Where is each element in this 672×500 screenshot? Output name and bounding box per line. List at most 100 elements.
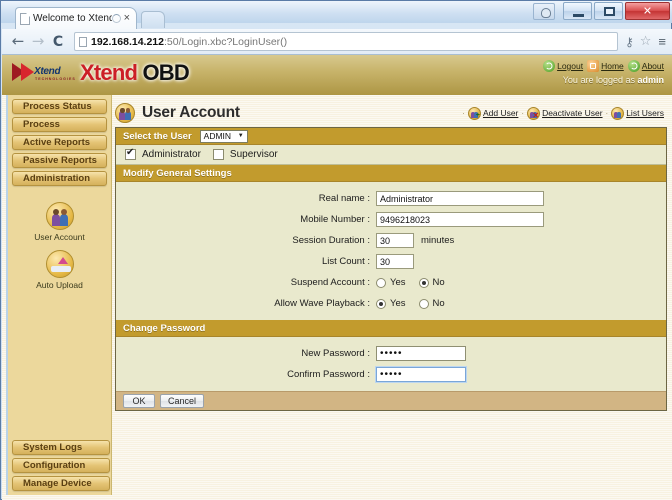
tab-close-icon[interactable]: ×	[124, 13, 132, 24]
loading-spinner-icon	[111, 14, 121, 23]
chevron-down-icon: ▼	[237, 133, 244, 139]
maximize-button[interactable]	[594, 2, 623, 20]
allow-wave-playback-no-radio[interactable]	[418, 298, 429, 309]
page-actions: · + Add User · ✕ Deactivate User · List …	[462, 106, 667, 120]
sidebar-item-user-account[interactable]: User Account	[8, 202, 111, 242]
sidebar-auto-upload-label: Auto Upload	[36, 280, 83, 290]
browser-tab[interactable]: Welcome to Xtend ×	[15, 7, 137, 29]
sidebar-icon-list: User Account Auto Upload	[8, 202, 111, 290]
browser-toolbar: ← → C 192.168.14.212:50/Login.xbc?LoginU…	[2, 29, 672, 55]
checkbox-supervisor[interactable]	[212, 149, 224, 160]
suspend-account-radios: Yes No	[376, 277, 454, 288]
user-account-icon[interactable]	[533, 2, 555, 20]
header-link-about[interactable]: About	[627, 60, 664, 72]
logout-icon	[543, 60, 556, 72]
logged-in-status: You are logged as admin	[543, 75, 664, 85]
bookmark-star-icon[interactable]: ☆	[640, 34, 652, 49]
action-deactivate-user[interactable]: ✕ Deactivate User	[527, 106, 603, 120]
logged-prefix: You are logged as	[562, 75, 638, 85]
forward-icon[interactable]: →	[28, 34, 48, 49]
administrator-label: Administrator	[142, 149, 201, 160]
session-duration-input[interactable]: 30	[376, 233, 414, 248]
sidebar-item-configuration[interactable]: Configuration	[12, 458, 110, 473]
page-title-users-icon	[115, 103, 135, 123]
header-link-home[interactable]: Home	[587, 60, 624, 72]
field-row-confirm-password: Confirm Password : •••••	[116, 364, 666, 385]
allow-wave-playback-label: Allow Wave Playback :	[274, 298, 370, 309]
window-titlebar: Welcome to Xtend × ✕	[1, 1, 672, 29]
real-name-input[interactable]: Administrator	[376, 191, 544, 206]
field-row-new-password: New Password : •••••	[116, 343, 666, 364]
field-row-real-name: Real name : Administrator	[116, 188, 666, 209]
confirm-password-input[interactable]: •••••	[375, 366, 467, 383]
logged-username: admin	[637, 75, 664, 85]
key-icon[interactable]: ⚷	[625, 35, 634, 49]
address-bar[interactable]: 192.168.14.212:50/Login.xbc?LoginUser()	[74, 32, 618, 51]
site-title-primary: Xtend	[80, 60, 138, 85]
sidebar-item-administration[interactable]: Administration	[12, 171, 107, 186]
ok-button[interactable]: OK	[123, 394, 155, 408]
field-row-allow-wave-playback: Allow Wave Playback : Yes No	[116, 293, 666, 314]
close-window-button[interactable]: ✕	[625, 2, 670, 20]
field-row-session-duration: Session Duration : 30 minutes	[116, 230, 666, 251]
action-list-users[interactable]: List Users	[611, 106, 664, 120]
new-password-input[interactable]: •••••	[376, 346, 466, 361]
reload-icon[interactable]: C	[48, 35, 68, 49]
general-settings-form: Real name : Administrator Mobile Number …	[116, 182, 666, 320]
sidebar-item-passive-reports[interactable]: Passive Reports	[12, 153, 107, 168]
sidebar-bottom-list: System Logs Configuration Manage Device	[8, 436, 114, 491]
about-icon	[627, 60, 640, 72]
page-viewport: Xtend TECHNOLOGIES Xtend OBD Logout Home	[2, 55, 672, 500]
sidebar-item-process[interactable]: Process	[12, 117, 107, 132]
sidebar-item-system-logs[interactable]: System Logs	[12, 440, 110, 455]
minimize-button[interactable]	[563, 2, 592, 20]
mobile-number-input[interactable]: 9496218023	[376, 212, 544, 227]
field-row-list-count: List Count : 30	[116, 251, 666, 272]
suspend-account-label: Suspend Account :	[290, 277, 370, 288]
allow-wave-playback-yes-radio[interactable]	[376, 298, 386, 309]
url-text: 192.168.14.212:50/Login.xbc?LoginUser()	[91, 36, 287, 48]
sidebar-item-active-reports[interactable]: Active Reports	[12, 135, 107, 150]
action-separator-2: ·	[521, 108, 525, 118]
menu-icon[interactable]: ≡	[658, 34, 666, 49]
sidebar-item-manage-device[interactable]: Manage Device	[12, 476, 110, 491]
select-user-dropdown[interactable]: ADMIN ▼	[199, 129, 248, 143]
cancel-button[interactable]: Cancel	[160, 394, 205, 408]
close-icon: ✕	[642, 4, 653, 18]
sidebar-item-auto-upload[interactable]: Auto Upload	[8, 250, 111, 290]
field-row-mobile-number: Mobile Number : 9496218023	[116, 209, 666, 230]
allow-wave-playback-radios: Yes No	[376, 298, 454, 309]
home-icon	[587, 60, 600, 72]
upload-icon	[45, 250, 74, 278]
url-path: :50/Login.xbc?LoginUser()	[164, 35, 288, 48]
select-user-bar: Select the User ADMIN ▼	[116, 128, 666, 145]
form-button-row: OK Cancel	[116, 391, 666, 410]
deactivate-user-label: Deactivate User	[542, 108, 603, 118]
logout-label: Logout	[557, 61, 584, 71]
user-account-panel: Select the User ADMIN ▼ Administrator Su…	[115, 127, 667, 411]
page-favicon-icon	[20, 12, 30, 25]
header-link-logout[interactable]: Logout	[543, 60, 583, 72]
logo-tagline: TECHNOLOGIES	[35, 77, 76, 81]
general-settings-heading: Modify General Settings	[116, 165, 666, 182]
action-add-user[interactable]: + Add User	[467, 106, 518, 120]
action-separator-3: ·	[605, 108, 609, 118]
list-users-icon	[611, 106, 625, 120]
new-password-label: New Password :	[301, 348, 370, 359]
list-users-label: List Users	[626, 108, 664, 118]
back-icon[interactable]: ←	[8, 34, 28, 49]
sidebar-item-process-status[interactable]: Process Status	[12, 99, 107, 114]
role-checkbox-row: Administrator Supervisor	[116, 145, 666, 165]
change-password-heading: Change Password	[116, 320, 666, 337]
allow-wave-playback-yes-label: Yes	[390, 298, 406, 309]
site-favicon-icon	[79, 36, 87, 47]
suspend-account-yes-radio[interactable]	[376, 277, 386, 288]
brand-logo[interactable]: Xtend TECHNOLOGIES Xtend OBD	[12, 60, 190, 86]
site-title-secondary: OBD	[142, 60, 189, 85]
suspend-account-no-radio[interactable]	[418, 277, 429, 288]
checkbox-administrator[interactable]	[125, 148, 136, 160]
list-count-input[interactable]: 30	[376, 254, 414, 269]
new-tab-button[interactable]	[141, 11, 165, 28]
home-label: Home	[601, 61, 624, 71]
main-content: User Account · + Add User · ✕ Deactivate…	[115, 99, 667, 495]
